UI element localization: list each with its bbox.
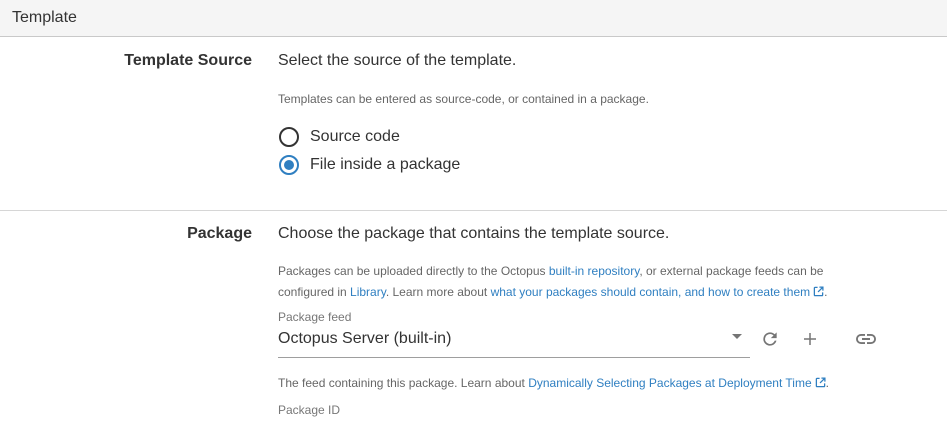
package-help-line-2: configured in Library. Learn more about … [278, 282, 827, 304]
add-icon [804, 333, 816, 345]
template-source-help: Templates can be entered as source-code,… [278, 92, 649, 106]
external-link-icon[interactable] [815, 374, 826, 395]
package-feed-help-text: The feed containing this package. Learn … [278, 376, 529, 390]
radio-unchecked-icon [279, 127, 299, 147]
refresh-icon [763, 332, 777, 346]
section-header[interactable]: Template [0, 0, 947, 37]
template-source-description: Select the source of the template. [278, 52, 517, 69]
package-help-text: . Learn more about [385, 285, 491, 299]
dynamic-packages-link[interactable]: Dynamically Selecting Packages at Deploy… [528, 376, 811, 390]
package-docs-link[interactable]: what your packages should contain, and h… [491, 285, 811, 299]
external-link-icon[interactable] [813, 283, 824, 304]
package-help-text: . [824, 285, 828, 299]
link-icon [856, 334, 876, 344]
package-help-text: configured in [278, 285, 351, 299]
radio-source-code[interactable]: Source code [279, 125, 400, 149]
package-feed-select[interactable]: Octopus Server (built-in) [278, 325, 750, 358]
package-label: Package [187, 225, 252, 242]
package-help-line-1: Packages can be uploaded directly to the… [278, 261, 823, 282]
add-button[interactable] [796, 325, 824, 353]
package-feed-value: Octopus Server (built-in) [278, 330, 452, 347]
package-help-text: Packages can be uploaded directly to the… [278, 264, 549, 278]
built-in-repository-link[interactable]: built-in repository [549, 264, 639, 278]
radio-file-inside-package-label: File inside a package [310, 156, 461, 173]
package-id-label: Package ID [278, 403, 341, 417]
refresh-button[interactable] [756, 325, 784, 353]
package-description: Choose the package that contains the tem… [278, 225, 670, 242]
package-feed-help: The feed containing this package. Learn … [278, 373, 829, 395]
radio-file-inside-package[interactable]: File inside a package [279, 153, 460, 177]
package-feed-help-text: . [825, 376, 829, 390]
section-divider [0, 210, 947, 211]
radio-checked-icon [279, 155, 299, 175]
radio-source-code-label: Source code [310, 128, 400, 145]
library-link[interactable]: Library [350, 285, 386, 299]
package-feed-label: Package feed [278, 310, 352, 324]
package-help-text: , or external package feeds can be [639, 264, 824, 278]
link-button[interactable] [852, 325, 880, 353]
template-source-label: Template Source [124, 52, 252, 69]
dropdown-arrow-icon[interactable] [732, 334, 742, 339]
section-title: Template [12, 9, 77, 26]
